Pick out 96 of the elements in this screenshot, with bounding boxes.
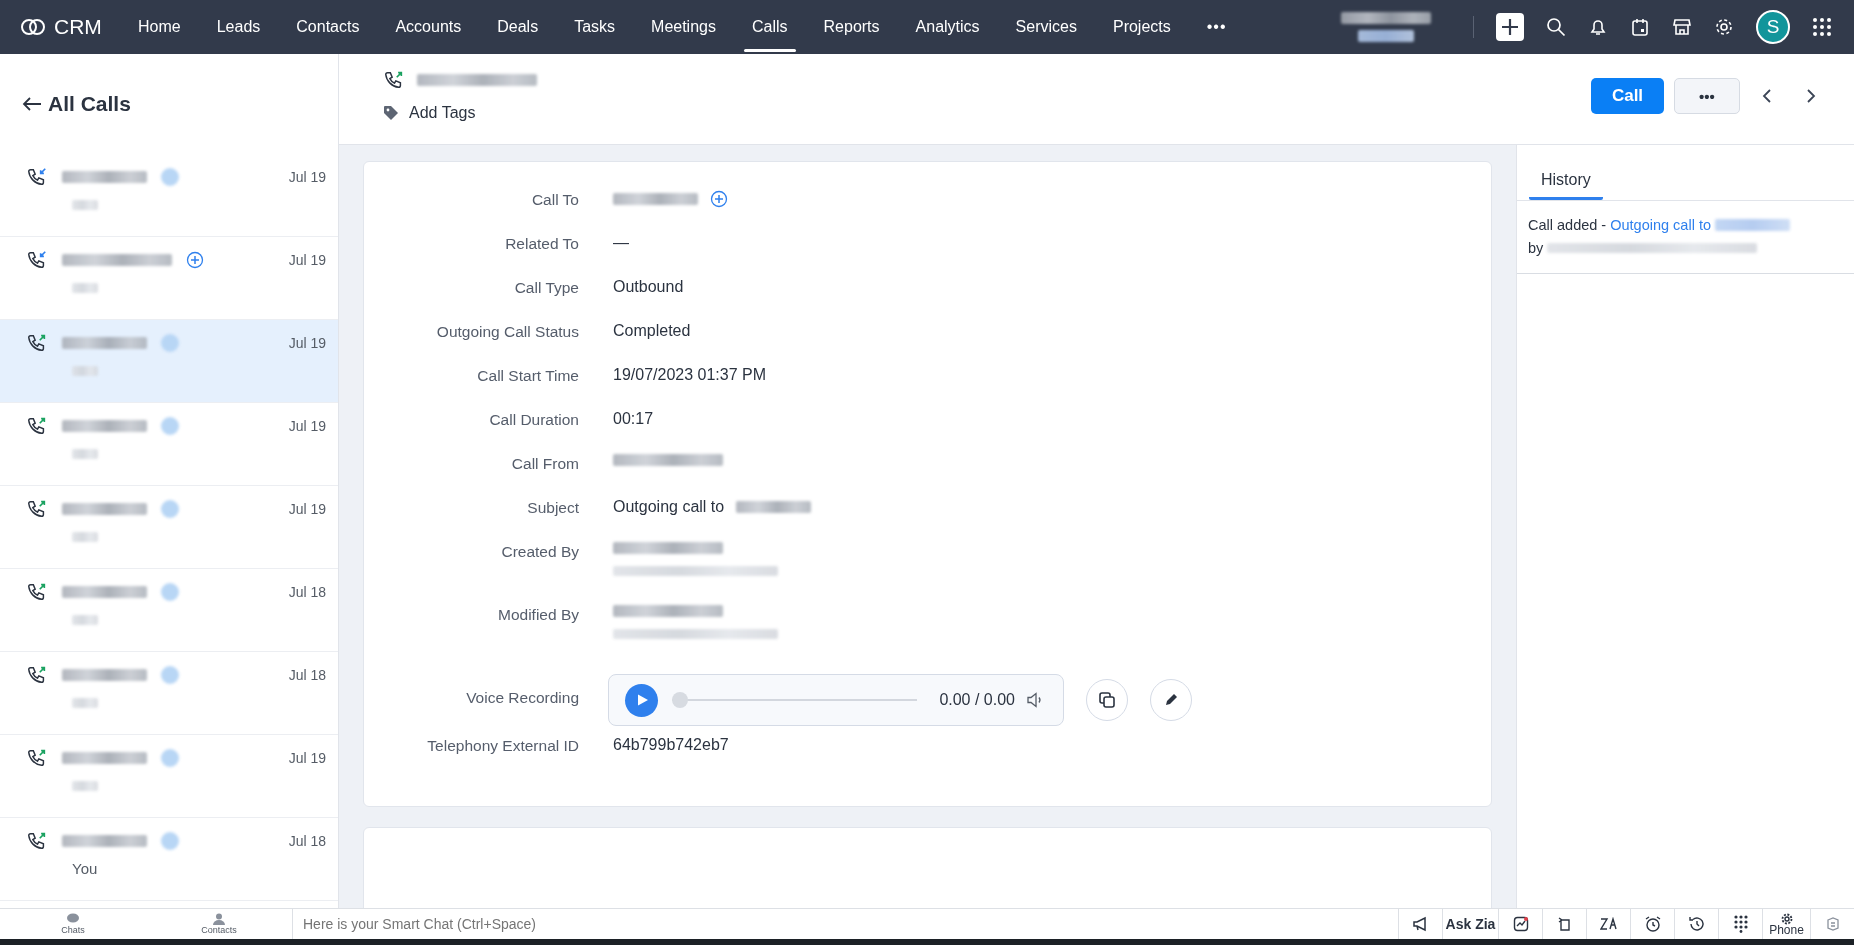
store-icon[interactable] — [1672, 17, 1692, 37]
call-date: Jul 19 — [288, 251, 326, 270]
app-name: CRM — [54, 15, 102, 39]
call-list-item[interactable]: Jul 19 — [0, 486, 338, 569]
nav-tab[interactable]: Services — [997, 0, 1095, 54]
blurred-text — [72, 449, 98, 459]
nav-tab[interactable]: Deals — [479, 0, 557, 54]
field-label: Call Start Time — [476, 366, 579, 385]
more-button[interactable]: ••• — [1188, 0, 1245, 54]
play-button[interactable] — [625, 683, 658, 717]
blurred-text — [72, 532, 98, 542]
blurred-text — [72, 698, 98, 708]
slider-thumb[interactable] — [672, 692, 688, 708]
call-list-item[interactable]: Jul 19 — [0, 154, 338, 237]
nav-tab[interactable]: Tasks — [556, 0, 634, 54]
field-value: Outbound — [613, 278, 684, 296]
arrow-left-icon — [22, 96, 42, 112]
call-date: Jul 19 — [288, 417, 326, 436]
nav-tab[interactable]: Contacts — [278, 0, 378, 54]
nav-tab[interactable]: Projects — [1094, 0, 1189, 54]
nav-tab[interactable]: Calls — [733, 0, 806, 54]
field-label: Call Duration — [488, 410, 579, 429]
add-icon[interactable] — [710, 190, 728, 208]
history-link[interactable]: Outgoing call to — [1610, 217, 1711, 234]
call-date: Jul 18 — [288, 583, 326, 602]
nav-tab[interactable]: Reports — [805, 0, 898, 54]
back-link[interactable]: All Calls — [0, 54, 153, 154]
blurred-text — [72, 366, 98, 376]
call-date: Jul 18 — [288, 832, 326, 851]
history-tab[interactable]: History — [1529, 171, 1603, 200]
apps-grid-icon[interactable] — [1812, 17, 1832, 37]
nav-tab[interactable]: Leads — [198, 0, 279, 54]
nav-tab[interactable]: Analytics — [897, 0, 998, 54]
field-label: Call Type — [513, 278, 579, 297]
chat-bubble-icon — [66, 913, 80, 925]
pencil-icon — [1163, 692, 1179, 708]
field-label: Related To — [504, 234, 579, 253]
calendar-icon[interactable] — [1630, 17, 1650, 37]
field-label: Call From — [510, 454, 579, 473]
call-list-item[interactable]: Jul 19 — [0, 735, 338, 818]
call-date: Jul 18 — [288, 666, 326, 685]
call-list-item[interactable]: Jul 18 — [0, 569, 338, 652]
add-tags-button[interactable]: Add Tags — [383, 104, 537, 122]
nav-tab[interactable]: Home — [120, 0, 199, 54]
tag-icon — [383, 105, 399, 121]
history-by: by — [1528, 240, 1544, 257]
gear-icon — [1780, 912, 1793, 925]
user-avatar[interactable]: S — [1756, 10, 1790, 44]
call-date: Jul 19 — [288, 500, 326, 519]
contacts-button[interactable]: Contacts — [146, 909, 292, 939]
call-button[interactable]: Call — [1591, 78, 1664, 114]
call-date: Jul 19 — [288, 334, 326, 353]
person-icon — [212, 913, 226, 925]
logo-icon — [20, 18, 46, 36]
field-label: Outgoing Call Status — [435, 322, 579, 341]
call-list-item[interactable]: You Jul 18 — [0, 818, 338, 901]
field-value: 00:17 — [613, 410, 654, 428]
field-label: Subject — [526, 498, 579, 517]
add-icon[interactable] — [186, 251, 204, 269]
field-label: Telephony External ID — [426, 736, 579, 755]
field-value: Completed — [613, 322, 691, 340]
bell-icon[interactable] — [1588, 17, 1608, 37]
call-list-item[interactable]: Jul 19 — [0, 403, 338, 486]
call-date: Jul 19 — [288, 168, 326, 187]
call-list-item[interactable]: Jul 19 — [0, 320, 338, 403]
settings-icon[interactable] — [1714, 17, 1734, 37]
field-value: Outgoing call to — [613, 498, 725, 516]
blurred-text — [72, 615, 98, 625]
edit-button[interactable] — [1150, 679, 1192, 721]
more-actions-button[interactable]: ••• — [1674, 78, 1740, 114]
blurred-text — [72, 781, 98, 791]
field-value: — — [613, 234, 629, 252]
blurred-text — [72, 200, 98, 210]
field-label: Created By — [500, 542, 579, 561]
history-separator: - — [1601, 217, 1607, 234]
chats-button[interactable]: Chats — [0, 909, 146, 939]
field-label: Call To — [530, 190, 579, 209]
nav-tab[interactable]: Accounts — [377, 0, 480, 54]
blurred-text — [1358, 30, 1414, 42]
search-icon[interactable] — [1546, 17, 1566, 37]
call-owner: You — [72, 860, 98, 877]
nav-tab[interactable]: Meetings — [633, 0, 734, 54]
history-action: Call added — [1528, 217, 1598, 234]
blurred-text — [72, 283, 98, 293]
copy-button[interactable] — [1086, 679, 1128, 721]
create-button[interactable] — [1496, 13, 1524, 41]
call-list-item[interactable]: Jul 18 — [0, 652, 338, 735]
field-label: Voice Recording — [465, 689, 579, 707]
field-label: Modified By — [497, 605, 579, 624]
call-date: Jul 19 — [288, 749, 326, 768]
playback-time: 0.00 / 0.00 — [939, 691, 1015, 709]
field-value: 64b799b742eb7 — [613, 736, 729, 754]
field-value: 19/07/2023 01:37 PM — [613, 366, 766, 384]
ask-zia-button[interactable]: Ask Zia — [1442, 909, 1498, 939]
copy-icon — [1098, 691, 1116, 709]
plus-icon — [1501, 18, 1519, 36]
